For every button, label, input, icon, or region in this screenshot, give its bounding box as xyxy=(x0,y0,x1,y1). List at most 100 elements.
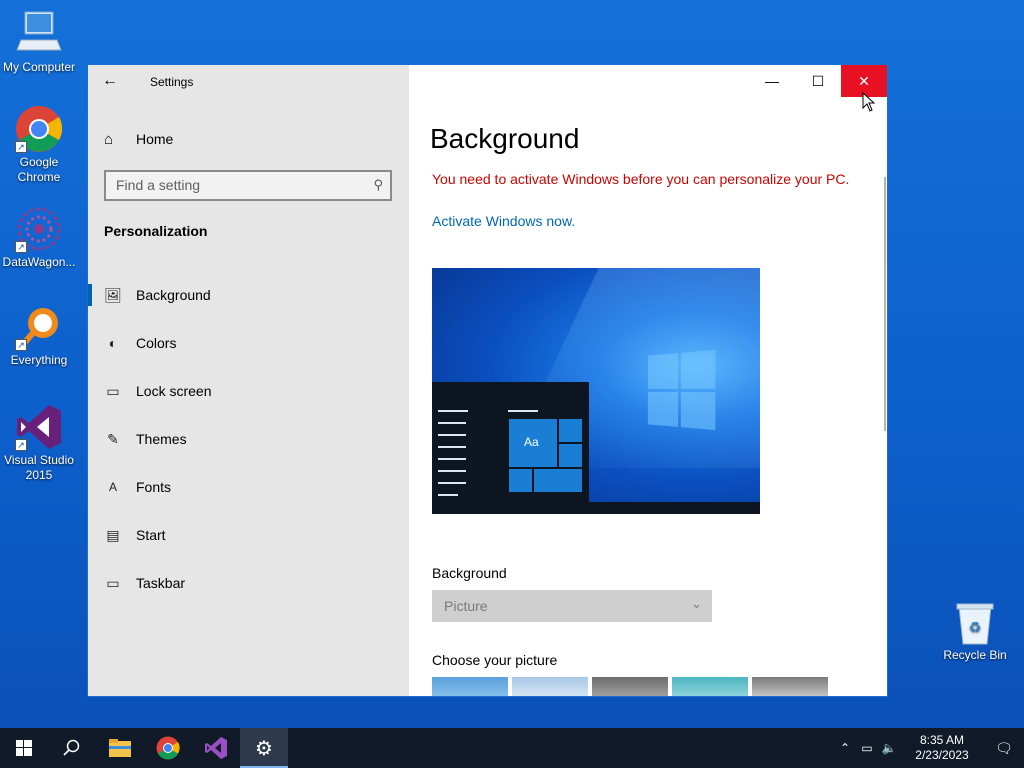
chrome-icon xyxy=(156,736,180,760)
file-explorer-icon xyxy=(109,739,131,757)
shortcut-arrow-icon: ↗ xyxy=(15,241,27,253)
themes-icon: ✎ xyxy=(107,430,119,447)
taskbar-file-explorer[interactable] xyxy=(96,728,144,768)
background-type-value: Picture xyxy=(444,598,488,614)
svg-text:♻: ♻ xyxy=(969,620,982,636)
desktop-icon-datawagon[interactable]: ↗ DataWagon... xyxy=(1,205,77,270)
recycle-bin-icon: ♻ xyxy=(955,602,995,646)
nav-home[interactable]: ⌂ Home xyxy=(104,127,173,151)
choose-picture-label: Choose your picture xyxy=(432,652,558,668)
desktop-icon-label: DataWagon... xyxy=(2,255,76,269)
nav-item-colors[interactable]: ◐ Colors xyxy=(88,319,409,367)
desktop-icon-label: My Computer xyxy=(2,60,76,74)
picture-thumbnails xyxy=(432,677,828,696)
minimize-button[interactable]: — xyxy=(749,65,795,97)
maximize-button[interactable]: ☐ xyxy=(795,65,841,97)
chevron-down-icon: ⌄ xyxy=(691,596,702,611)
clock[interactable]: 8:35 AM 2/23/2023 xyxy=(906,733,978,763)
desktop-icon-everything[interactable]: ↗ Everything xyxy=(1,303,77,368)
desktop-icon-chrome[interactable]: ↗ Google Chrome xyxy=(1,105,77,185)
chevron-up-icon[interactable]: ⌃ xyxy=(834,741,856,755)
network-icon[interactable]: ▭ xyxy=(856,741,878,755)
chrome-icon: ↗ xyxy=(15,105,63,153)
page-title: Background xyxy=(430,123,580,154)
settings-window: ← Settings ⌂ Home ⚲ Personalization 🖼 Ba… xyxy=(87,64,888,697)
fonts-icon: A xyxy=(108,480,117,494)
everything-search-icon: ↗ xyxy=(15,303,63,351)
desktop-icon-label: Recycle Bin xyxy=(943,648,1007,662)
visual-studio-icon xyxy=(205,737,227,759)
nav-item-label: Lock screen xyxy=(136,383,212,399)
search-box[interactable]: ⚲ xyxy=(104,170,392,201)
picture-thumbnail[interactable] xyxy=(672,677,748,696)
desktop-icon-label: Visual Studio 2015 xyxy=(4,453,74,482)
shortcut-arrow-icon: ↗ xyxy=(15,439,27,451)
visual-studio-icon: ↗ xyxy=(15,403,63,451)
nav-item-fonts[interactable]: A Fonts xyxy=(88,463,409,511)
desktop-icon-visual-studio[interactable]: ↗ Visual Studio 2015 xyxy=(1,403,77,483)
nav-item-label: Colors xyxy=(136,335,177,351)
home-icon: ⌂ xyxy=(104,130,114,148)
picture-thumbnail[interactable] xyxy=(432,677,508,696)
background-type-select[interactable]: Picture ⌄ xyxy=(432,590,712,622)
start-icon: ▤ xyxy=(106,526,120,543)
settings-content: — ☐ ✕ Background You need to activate Wi… xyxy=(409,65,887,696)
volume-icon[interactable]: 🔈 xyxy=(878,741,900,755)
search-input[interactable] xyxy=(116,177,356,193)
gear-icon: ⚙ xyxy=(255,737,273,760)
shortcut-arrow-icon: ↗ xyxy=(15,339,27,351)
palette-icon: ◐ xyxy=(108,335,118,351)
desktop-icon-label: Everything xyxy=(10,353,68,367)
nav-item-label: Background xyxy=(136,287,211,303)
scrollbar[interactable] xyxy=(884,177,886,431)
search-icon xyxy=(63,739,80,756)
shortcut-arrow-icon: ↗ xyxy=(15,141,27,153)
lock-screen-icon: ▭ xyxy=(106,382,120,399)
nav-item-label: Fonts xyxy=(136,479,172,495)
picture-thumbnail[interactable] xyxy=(592,677,668,696)
nav-item-background[interactable]: 🖼 Background xyxy=(88,271,409,319)
clock-date: 2/23/2023 xyxy=(915,748,969,762)
nav-item-themes[interactable]: ✎ Themes xyxy=(88,415,409,463)
clock-time: 8:35 AM xyxy=(919,733,965,747)
nav-item-label: Themes xyxy=(136,431,187,447)
settings-sidebar: ← Settings ⌂ Home ⚲ Personalization 🖼 Ba… xyxy=(88,65,409,696)
desktop-icon-my-computer[interactable]: My Computer xyxy=(1,10,77,75)
computer-icon xyxy=(15,10,63,58)
titlebar[interactable]: ← Settings xyxy=(88,65,409,99)
system-tray: ⌃ ▭ 🔈 8:35 AM 2/23/2023 🗨 xyxy=(834,728,1024,768)
start-button[interactable] xyxy=(0,728,48,768)
nav-item-start[interactable]: ▤ Start xyxy=(88,511,409,559)
nav-item-label: Start xyxy=(136,527,166,543)
taskbar-chrome[interactable] xyxy=(144,728,192,768)
activate-windows-link[interactable]: Activate Windows now. xyxy=(432,213,575,229)
windows-start-icon xyxy=(16,740,32,756)
activation-warning: You need to activate Windows before you … xyxy=(432,171,850,187)
datawagon-icon: ↗ xyxy=(15,205,63,253)
nav-item-taskbar[interactable]: ▭ Taskbar xyxy=(88,559,409,607)
nav-item-lock-screen[interactable]: ▭ Lock screen xyxy=(88,367,409,415)
notification-icon[interactable]: 🗨 xyxy=(984,740,1024,757)
taskbar-search-button[interactable] xyxy=(48,728,96,768)
app-title: Settings xyxy=(150,75,194,89)
back-arrow-icon[interactable]: ← xyxy=(102,72,122,92)
nav-item-label: Taskbar xyxy=(136,575,186,591)
picture-thumbnail[interactable] xyxy=(752,677,828,696)
picture-icon: 🖼 xyxy=(104,286,122,303)
mouse-cursor-icon xyxy=(862,92,876,112)
picture-thumbnail[interactable] xyxy=(512,677,588,696)
background-preview: Aa xyxy=(432,268,760,514)
windows-logo-icon xyxy=(647,349,716,431)
taskbar: ⚙ ⌃ ▭ 🔈 8:35 AM 2/23/2023 🗨 xyxy=(0,728,1024,768)
search-icon: ⚲ xyxy=(373,177,383,192)
taskbar-visual-studio[interactable] xyxy=(192,728,240,768)
desktop-icon-recycle-bin[interactable]: ♻ Recycle Bin xyxy=(937,602,1013,663)
nav-list: 🖼 Background ◐ Colors ▭ Lock screen ✎ Th… xyxy=(88,271,409,607)
preview-start-menu: Aa xyxy=(432,382,589,502)
background-type-label: Background xyxy=(432,565,507,581)
section-title: Personalization xyxy=(104,223,208,239)
preview-taskbar xyxy=(432,502,760,514)
preview-tile-text: Aa xyxy=(524,435,539,449)
taskbar-icon: ▭ xyxy=(106,574,120,591)
taskbar-settings[interactable]: ⚙ xyxy=(240,728,288,768)
